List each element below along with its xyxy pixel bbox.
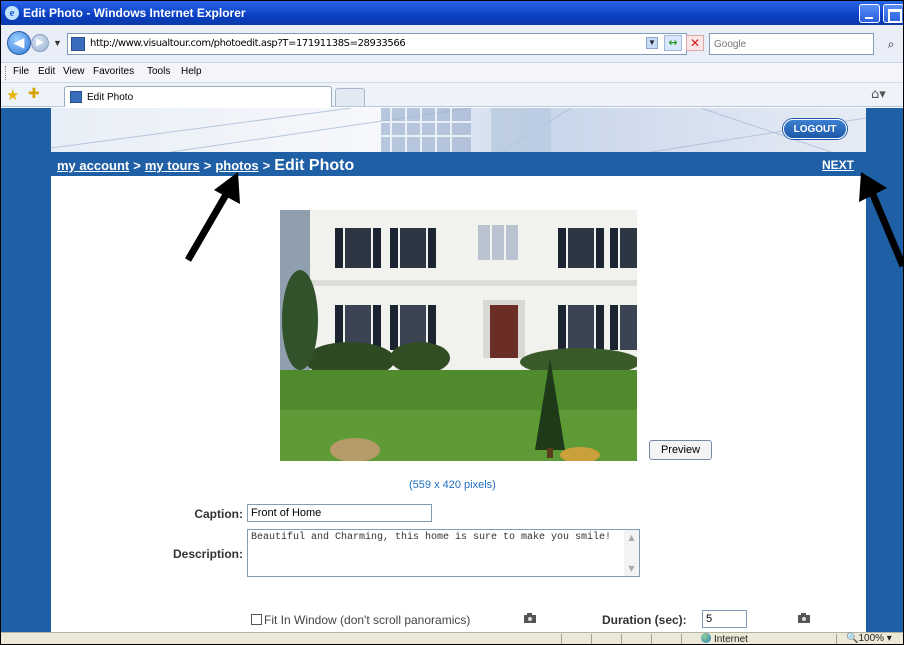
fit-in-window-label: Fit In Window (don't scroll panoramics)	[264, 613, 471, 627]
page-icon	[71, 37, 85, 51]
duration-input[interactable]	[702, 610, 747, 628]
breadcrumb-separator: >	[262, 158, 271, 173]
status-divider	[651, 634, 652, 644]
search-icon[interactable]: ⌕	[881, 35, 901, 53]
status-divider	[591, 634, 592, 644]
description-field[interactable]: Beautiful and Charming, this home is sur…	[247, 529, 640, 577]
status-bar: Internet 🔍100% ▾	[1, 632, 903, 645]
menu-file[interactable]: File	[13, 66, 29, 77]
tab-bar: ★ ✚ Edit Photo ⌂▾	[1, 83, 903, 107]
annotation-arrow-photos	[184, 172, 240, 262]
fit-in-window-row: Fit In Window (don't scroll panoramics)	[251, 613, 470, 627]
help-camera-icon[interactable]	[797, 612, 811, 624]
search-box[interactable]	[709, 33, 874, 55]
refresh-button[interactable]: ↔	[664, 35, 682, 51]
scroll-down-icon[interactable]: ▼	[626, 563, 637, 574]
globe-icon	[701, 633, 711, 643]
new-tab-button[interactable]	[335, 88, 365, 106]
tab-label: Edit Photo	[87, 92, 134, 103]
banner-graphic	[51, 108, 866, 152]
page-title: Edit Photo	[274, 157, 355, 174]
help-camera-icon[interactable]	[523, 612, 537, 624]
window-title: Edit Photo - Windows Internet Explorer	[23, 6, 246, 20]
minimize-button[interactable]	[859, 4, 880, 23]
back-button[interactable]: ◀	[7, 31, 31, 55]
recent-pages-dropdown-icon[interactable]: ▼	[53, 38, 62, 48]
preview-button[interactable]: Preview	[649, 440, 712, 460]
menu-help[interactable]: Help	[181, 66, 202, 77]
menu-bar: File Edit View Favorites Tools Help	[1, 63, 903, 83]
menu-view[interactable]: View	[63, 66, 85, 77]
breadcrumb-separator: >	[133, 158, 141, 173]
ie-logo-icon: e	[5, 6, 19, 20]
home-icon[interactable]: ⌂▾	[871, 87, 886, 102]
annotation-arrow-next	[859, 172, 903, 268]
security-zone[interactable]: Internet	[701, 633, 748, 645]
search-input[interactable]	[710, 34, 873, 55]
page-icon	[70, 91, 82, 103]
browser-window: e Edit Photo - Windows Internet Explorer…	[0, 0, 904, 645]
address-url[interactable]: http://www.visualtour.com/photoedit.asp?…	[90, 38, 406, 49]
caption-input[interactable]	[247, 504, 432, 522]
description-label: Description:	[172, 547, 243, 561]
next-link[interactable]: NEXT	[822, 158, 854, 172]
navigation-bar: ◀ ▶ ▼ http://www.visualtour.com/photoedi…	[1, 25, 903, 63]
duration-label: Duration (sec):	[602, 613, 687, 627]
forward-button[interactable]: ▶	[31, 34, 49, 52]
tab-edit-photo[interactable]: Edit Photo	[64, 86, 332, 107]
stop-button[interactable]: ✕	[686, 35, 704, 51]
breadcrumb-my-account[interactable]: my account	[57, 158, 129, 173]
menu-edit[interactable]: Edit	[38, 66, 55, 77]
zoom-level[interactable]: 🔍100% ▾	[846, 633, 892, 644]
logout-button[interactable]: LOGOUT	[783, 119, 847, 139]
site-banner: LOGOUT	[51, 108, 866, 152]
photo-dimensions: (559 x 420 pixels)	[409, 479, 496, 491]
caption-label: Caption:	[194, 507, 243, 521]
page-content: LOGOUT my account > my tours > photos > Edit P…	[51, 108, 866, 632]
maximize-button[interactable]	[883, 4, 903, 23]
description-scrollbar[interactable]: ▲ ▼	[624, 530, 639, 576]
status-divider	[836, 634, 837, 644]
description-textarea[interactable]: Beautiful and Charming, this home is sur…	[248, 530, 624, 576]
status-divider	[681, 634, 682, 644]
zoom-value: 100%	[858, 633, 885, 644]
menu-grip	[5, 66, 8, 80]
page-viewport: LOGOUT my account > my tours > photos > Edit P…	[1, 108, 903, 632]
breadcrumb: my account > my tours > photos > Edit Photo NE…	[51, 152, 866, 176]
zone-label: Internet	[714, 634, 748, 645]
scroll-up-icon[interactable]: ▲	[626, 532, 637, 543]
address-dropdown-icon[interactable]: ▼	[646, 37, 658, 49]
fit-in-window-checkbox[interactable]	[251, 614, 262, 625]
menu-tools[interactable]: Tools	[147, 66, 170, 77]
status-divider	[621, 634, 622, 644]
title-bar: e Edit Photo - Windows Internet Explorer	[1, 1, 903, 25]
status-divider	[561, 634, 562, 644]
house-photo	[280, 210, 637, 461]
favorites-star-icon[interactable]: ★	[6, 86, 19, 104]
house-photo-drawing	[280, 210, 637, 461]
address-bar[interactable]: http://www.visualtour.com/photoedit.asp?…	[67, 33, 687, 55]
menu-favorites[interactable]: Favorites	[93, 66, 134, 77]
add-favorite-icon[interactable]: ✚	[28, 86, 40, 102]
